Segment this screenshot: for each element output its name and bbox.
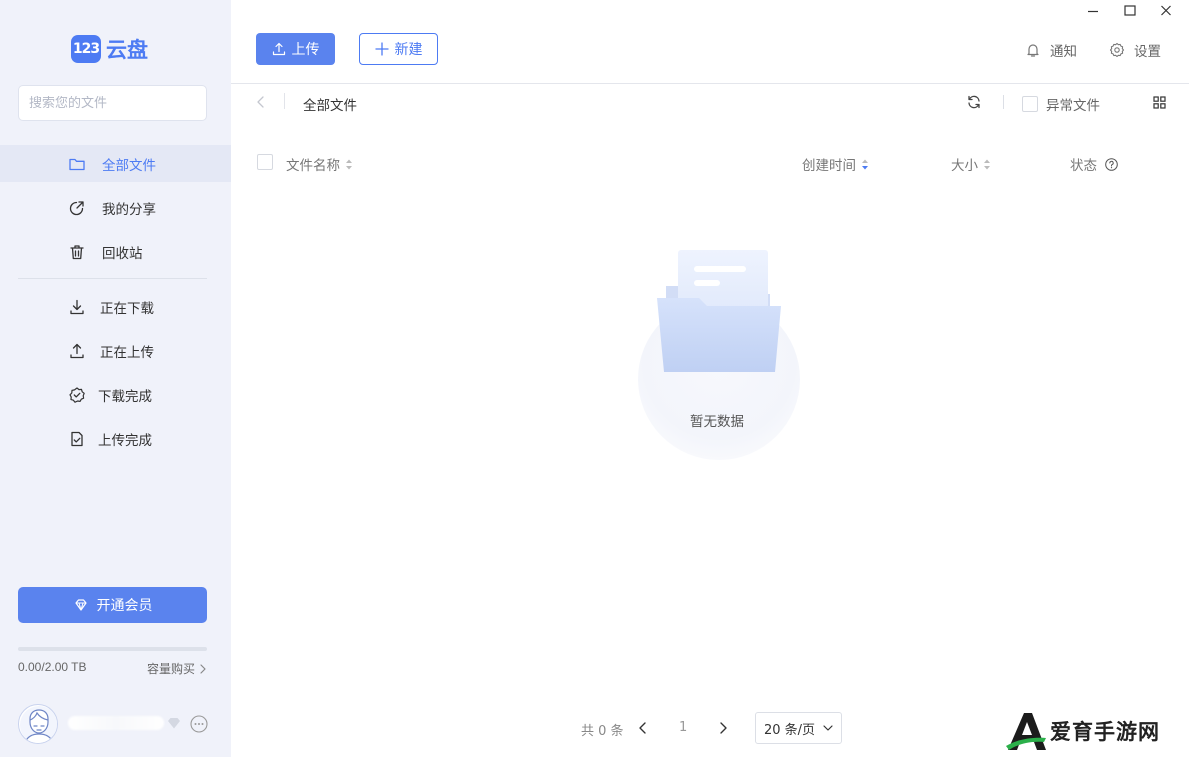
sort-icon (984, 159, 990, 169)
plus-icon (374, 42, 389, 56)
bell-icon (1027, 44, 1039, 57)
notify-button[interactable]: 通知 (1025, 40, 1077, 60)
top-bar: 上传 新建 通知 设置 (231, 0, 1189, 84)
app-logo: 123 云盘 (71, 34, 148, 64)
new-button-label: 新建 (394, 42, 423, 58)
column-status-label: 状态 (1070, 158, 1097, 174)
minimize-icon[interactable] (1084, 2, 1102, 20)
next-page-icon[interactable] (717, 720, 729, 736)
sidebar-item-uploading[interactable]: 正在上传 (0, 332, 231, 369)
quota-progress-bar (18, 647, 207, 651)
sidebar-item-label: 正在下载 (100, 300, 154, 317)
notify-label: 通知 (1050, 44, 1077, 60)
page-number[interactable]: 1 (679, 720, 687, 735)
sidebar-item-downloading[interactable]: 正在下载 (0, 288, 231, 325)
chevron-right-icon (200, 663, 206, 674)
column-created-label: 创建时间 (802, 158, 856, 174)
username-redacted (68, 716, 164, 730)
diamond-icon (74, 599, 87, 611)
refresh-icon[interactable] (966, 94, 982, 110)
watermark-logo (1006, 713, 1046, 750)
breadcrumb[interactable]: 全部文件 (303, 94, 357, 114)
grid-view-icon[interactable] (1153, 96, 1166, 109)
upload-icon (272, 42, 285, 56)
sidebar: 123 云盘 全部文件 我的分享 回收站 正在下载 正在上传 下载完成 上传完成 (0, 0, 231, 757)
search-input[interactable] (29, 95, 199, 111)
file-check-icon (71, 431, 83, 446)
column-header-size[interactable]: 大小 (951, 154, 991, 174)
column-header-name[interactable]: 文件名称 (286, 154, 353, 174)
share-icon (69, 200, 84, 215)
sort-desc-icon (862, 159, 868, 169)
sidebar-divider (18, 278, 207, 279)
logo-badge: 123 (71, 35, 101, 63)
vip-button-label: 开通会员 (96, 598, 153, 614)
page-size-select[interactable]: 20 条/页 (755, 712, 842, 744)
sidebar-item-download-complete[interactable]: 下载完成 (0, 376, 231, 413)
column-header-created[interactable]: 创建时间 (802, 154, 869, 174)
toolbar-separator (1003, 95, 1004, 109)
download-icon (70, 299, 84, 314)
breadcrumb-separator (284, 93, 285, 109)
prev-page-icon[interactable] (637, 720, 649, 736)
watermark-text: 爱育手游网 (1050, 720, 1160, 744)
column-size-label: 大小 (951, 158, 978, 174)
folder-icon (69, 158, 85, 170)
check-badge-icon (69, 386, 85, 403)
sidebar-item-all-files[interactable]: 全部文件 (0, 145, 231, 182)
vip-diamond-icon (168, 718, 180, 729)
sidebar-item-label: 回收站 (102, 245, 143, 262)
more-icon[interactable] (190, 715, 208, 733)
abnormal-files-checkbox[interactable] (1022, 96, 1038, 112)
column-header-status[interactable]: 状态 (1070, 154, 1118, 174)
trash-icon (70, 244, 84, 259)
close-icon[interactable] (1157, 2, 1175, 20)
upload-button-label: 上传 (291, 42, 320, 58)
back-arrow-icon[interactable] (254, 94, 268, 110)
sidebar-item-label: 全部文件 (102, 157, 156, 174)
column-name-label: 文件名称 (286, 158, 340, 174)
sidebar-item-my-share[interactable]: 我的分享 (0, 189, 231, 226)
avatar[interactable] (18, 704, 58, 744)
logo-text: 云盘 (106, 38, 148, 62)
sidebar-item-label: 正在上传 (100, 344, 154, 361)
open-vip-button[interactable]: 开通会员 (18, 587, 207, 623)
abnormal-files-label: 异常文件 (1046, 98, 1100, 114)
sidebar-item-label: 下载完成 (98, 388, 152, 405)
watermark: 爱育手游网 (1006, 710, 1160, 752)
maximize-icon[interactable] (1121, 2, 1139, 20)
pagination-total: 共 0 条 (581, 724, 624, 739)
buy-capacity-label: 容量购买 (146, 662, 195, 676)
sidebar-item-recycle-bin[interactable]: 回收站 (0, 233, 231, 270)
sidebar-item-label: 上传完成 (98, 432, 152, 449)
empty-folder-icon (657, 250, 781, 372)
settings-label: 设置 (1134, 44, 1161, 60)
search-box[interactable] (18, 85, 207, 121)
gear-icon (1109, 42, 1125, 58)
upload-button[interactable]: 上传 (256, 33, 335, 65)
upload-icon (70, 343, 84, 358)
empty-state-text: 暂无数据 (690, 414, 744, 430)
help-icon[interactable] (1105, 157, 1118, 171)
sort-icon (346, 159, 352, 169)
chevron-down-icon (823, 725, 833, 731)
sidebar-item-label: 我的分享 (102, 201, 156, 218)
settings-button[interactable]: 设置 (1109, 40, 1161, 60)
user-avatar-icon (20, 706, 57, 743)
quota-text: 0.00/2.00 TB (18, 660, 87, 674)
sidebar-item-upload-complete[interactable]: 上传完成 (0, 420, 231, 457)
buy-capacity-link[interactable]: 容量购买 (147, 660, 207, 677)
page-size-value: 20 条/页 (763, 722, 816, 738)
abnormal-files-filter[interactable]: 异常文件 (1022, 94, 1100, 114)
new-button[interactable]: 新建 (359, 33, 438, 65)
select-all-checkbox[interactable] (257, 154, 273, 170)
